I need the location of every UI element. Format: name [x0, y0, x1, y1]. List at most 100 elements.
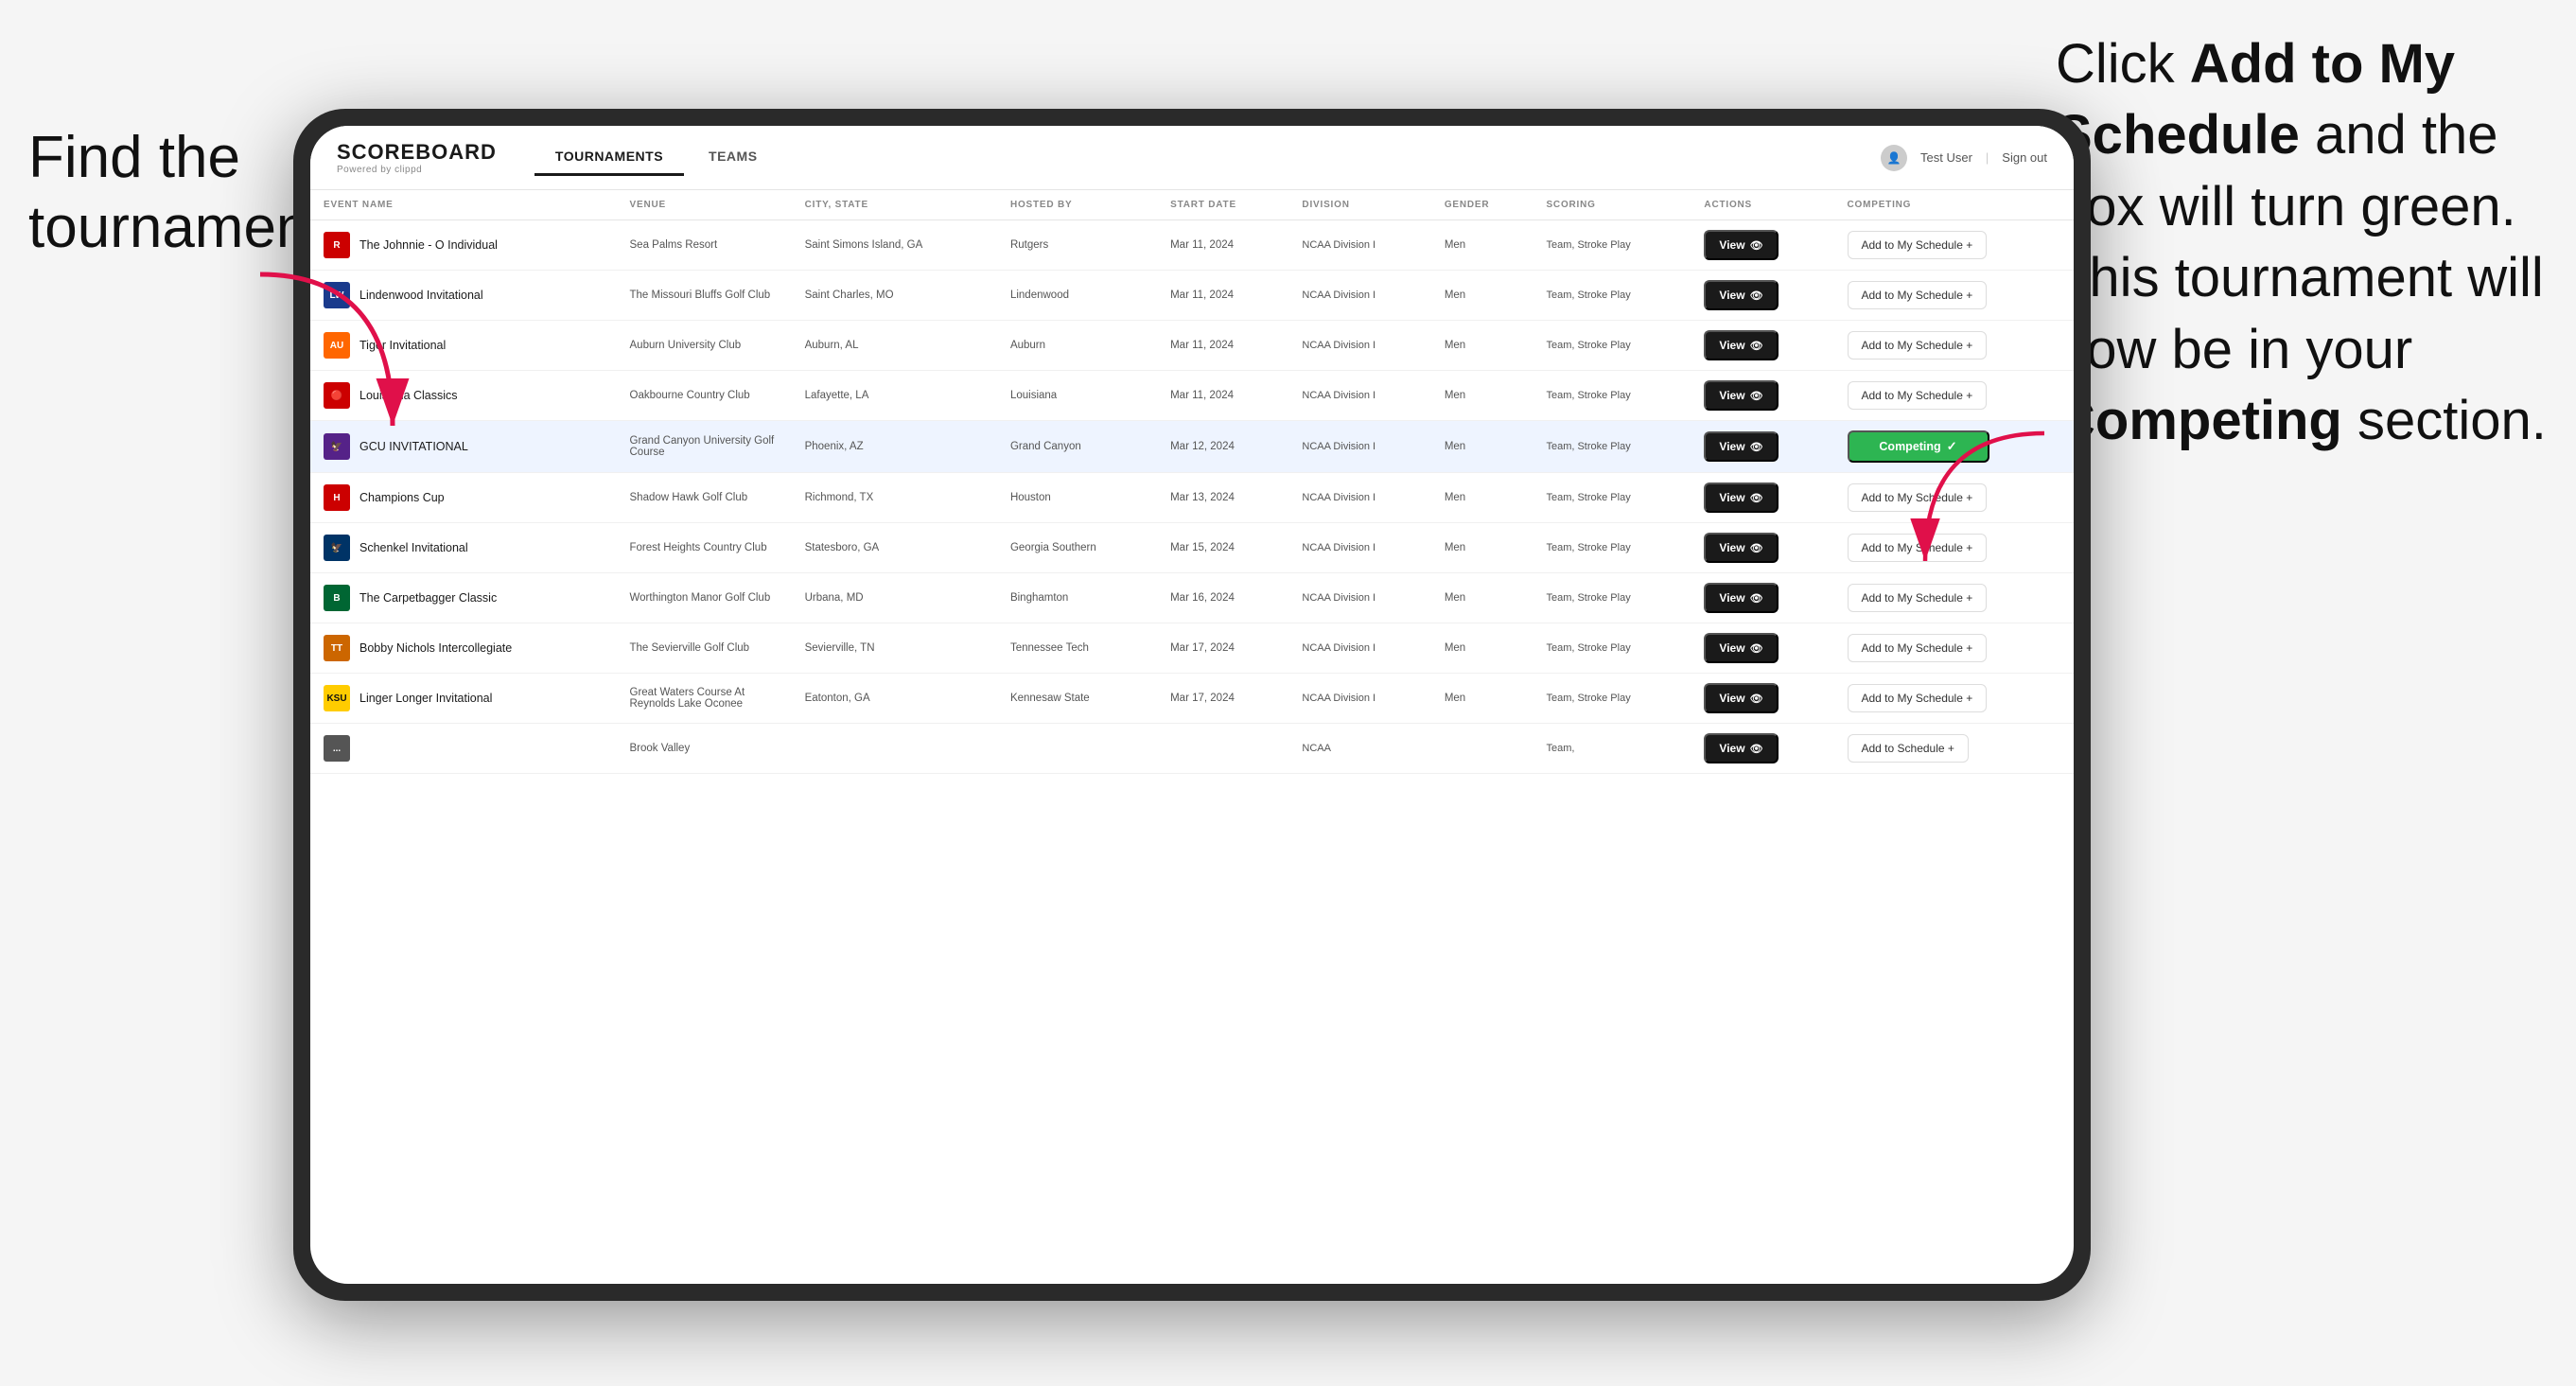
- competing-button[interactable]: Competing ✓: [1848, 430, 1989, 463]
- sign-out-link[interactable]: Sign out: [2002, 150, 2047, 165]
- col-actions: ACTIONS: [1691, 190, 1833, 220]
- table-container: EVENT NAME VENUE CITY, STATE HOSTED BY S…: [310, 190, 2074, 1284]
- event-name: Linger Longer Invitational: [359, 692, 492, 705]
- competing-cell: Add to My Schedule +: [1834, 523, 2075, 573]
- start-date-cell: Mar 11, 2024: [1157, 271, 1288, 321]
- scoring-cell: Team, Stroke Play: [1533, 523, 1691, 573]
- view-label: View: [1719, 289, 1744, 302]
- view-button[interactable]: View 👁: [1704, 330, 1778, 360]
- nav-tab-tournaments[interactable]: TOURNAMENTS: [534, 139, 684, 176]
- division-cell: NCAA Division I: [1288, 473, 1430, 523]
- actions-cell: View 👁: [1691, 473, 1833, 523]
- add-label: Add to My Schedule +: [1862, 389, 1973, 402]
- add-to-schedule-button[interactable]: Add to Schedule +: [1848, 734, 1969, 763]
- scoring-cell: Team, Stroke Play: [1533, 473, 1691, 523]
- hosted-by-cell: Grand Canyon: [997, 421, 1157, 473]
- hosted-by-cell: Binghamton: [997, 573, 1157, 623]
- city-state-cell: Richmond, TX: [792, 473, 997, 523]
- city-state-cell: Lafayette, LA: [792, 371, 997, 421]
- table-row: TT Bobby Nichols Intercollegiate The Sev…: [310, 623, 2074, 674]
- view-button[interactable]: View 👁: [1704, 431, 1778, 462]
- logo-area: SCOREBOARD Powered by clippd: [337, 140, 497, 175]
- view-button[interactable]: View 👁: [1704, 280, 1778, 310]
- event-name: Louisiana Classics: [359, 389, 458, 402]
- add-to-schedule-button[interactable]: Add to My Schedule +: [1848, 634, 1988, 662]
- event-name-cell: B The Carpetbagger Classic: [310, 573, 617, 623]
- annotation-left: Find the tournament.: [28, 123, 331, 264]
- hosted-by-cell: Rutgers: [997, 220, 1157, 271]
- competing-cell: Add to My Schedule +: [1834, 573, 2075, 623]
- scoring-cell: Team, Stroke Play: [1533, 371, 1691, 421]
- hosted-by-cell: Georgia Southern: [997, 523, 1157, 573]
- start-date-cell: Mar 17, 2024: [1157, 674, 1288, 724]
- actions-cell: View 👁: [1691, 421, 1833, 473]
- view-button[interactable]: View 👁: [1704, 633, 1778, 663]
- add-to-schedule-button[interactable]: Add to My Schedule +: [1848, 584, 1988, 612]
- add-to-schedule-button[interactable]: Add to My Schedule +: [1848, 231, 1988, 259]
- table-row: 🔴 Louisiana Classics Oakbourne Country C…: [310, 371, 2074, 421]
- view-button[interactable]: View 👁: [1704, 683, 1778, 713]
- annotation-right: Click Add to My Schedule and the box wil…: [2056, 28, 2548, 456]
- scoring-cell: Team, Stroke Play: [1533, 220, 1691, 271]
- event-name-cell: AU Tiger Invitational: [310, 321, 617, 371]
- venue-cell: Brook Valley: [617, 724, 792, 774]
- gender-cell: Men: [1431, 573, 1533, 623]
- add-label: Add to My Schedule +: [1862, 491, 1973, 504]
- app-header: SCOREBOARD Powered by clippd TOURNAMENTS…: [310, 126, 2074, 190]
- start-date-cell: Mar 11, 2024: [1157, 220, 1288, 271]
- actions-cell: View 👁: [1691, 724, 1833, 774]
- hosted-by-cell: Houston: [997, 473, 1157, 523]
- gender-cell: Men: [1431, 473, 1533, 523]
- gender-cell: Men: [1431, 623, 1533, 674]
- hosted-by-cell: [997, 724, 1157, 774]
- add-to-schedule-button[interactable]: Add to My Schedule +: [1848, 281, 1988, 309]
- scoring-cell: Team, Stroke Play: [1533, 623, 1691, 674]
- add-to-schedule-button[interactable]: Add to My Schedule +: [1848, 381, 1988, 410]
- event-name: The Johnnie - O Individual: [359, 238, 498, 252]
- city-state-cell: Auburn, AL: [792, 321, 997, 371]
- competing-cell: Add to My Schedule +: [1834, 271, 2075, 321]
- actions-cell: View 👁: [1691, 271, 1833, 321]
- col-hosted-by: HOSTED BY: [997, 190, 1157, 220]
- add-label: Add to My Schedule +: [1862, 238, 1973, 252]
- col-city-state: CITY, STATE: [792, 190, 997, 220]
- view-button[interactable]: View 👁: [1704, 583, 1778, 613]
- add-label: Add to My Schedule +: [1862, 591, 1973, 605]
- division-cell: NCAA: [1288, 724, 1430, 774]
- gender-cell: Men: [1431, 674, 1533, 724]
- view-button[interactable]: View 👁: [1704, 733, 1778, 763]
- view-label: View: [1719, 491, 1744, 504]
- venue-cell: Great Waters Course At Reynolds Lake Oco…: [617, 674, 792, 724]
- actions-cell: View 👁: [1691, 220, 1833, 271]
- venue-cell: The Missouri Bluffs Golf Club: [617, 271, 792, 321]
- division-cell: NCAA Division I: [1288, 674, 1430, 724]
- view-button[interactable]: View 👁: [1704, 533, 1778, 563]
- view-button[interactable]: View 👁: [1704, 482, 1778, 513]
- gender-cell: [1431, 724, 1533, 774]
- check-icon: ✓: [1947, 439, 1957, 454]
- scoring-cell: Team,: [1533, 724, 1691, 774]
- eye-icon: 👁: [1750, 642, 1763, 655]
- start-date-cell: Mar 16, 2024: [1157, 573, 1288, 623]
- division-cell: NCAA Division I: [1288, 623, 1430, 674]
- start-date-cell: [1157, 724, 1288, 774]
- division-cell: NCAA Division I: [1288, 421, 1430, 473]
- col-competing: COMPETING: [1834, 190, 2075, 220]
- nav-tab-teams[interactable]: TEAMS: [688, 139, 779, 176]
- view-label: View: [1719, 641, 1744, 655]
- view-label: View: [1719, 238, 1744, 252]
- view-button[interactable]: View 👁: [1704, 230, 1778, 260]
- competing-cell: Add to My Schedule +: [1834, 371, 2075, 421]
- add-to-schedule-button[interactable]: Add to My Schedule +: [1848, 534, 1988, 562]
- view-button[interactable]: View 👁: [1704, 380, 1778, 411]
- gender-cell: Men: [1431, 371, 1533, 421]
- start-date-cell: Mar 17, 2024: [1157, 623, 1288, 674]
- city-state-cell: Sevierville, TN: [792, 623, 997, 674]
- add-to-schedule-button[interactable]: Add to My Schedule +: [1848, 483, 1988, 512]
- city-state-cell: Urbana, MD: [792, 573, 997, 623]
- venue-cell: Worthington Manor Golf Club: [617, 573, 792, 623]
- add-to-schedule-button[interactable]: Add to My Schedule +: [1848, 684, 1988, 712]
- venue-cell: Shadow Hawk Golf Club: [617, 473, 792, 523]
- add-to-schedule-button[interactable]: Add to My Schedule +: [1848, 331, 1988, 360]
- user-icon: 👤: [1881, 145, 1907, 171]
